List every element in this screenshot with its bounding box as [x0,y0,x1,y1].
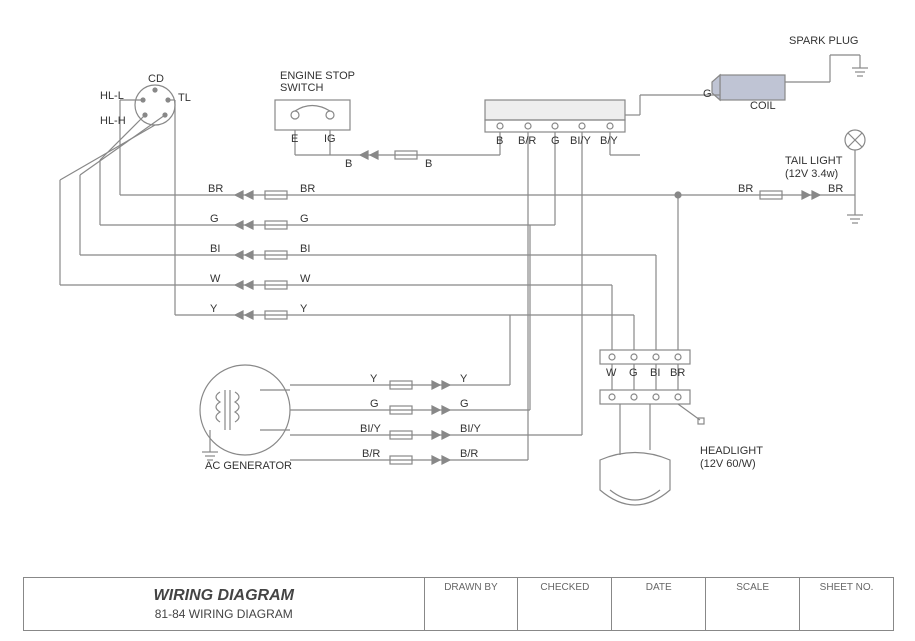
title-cell: WIRING DIAGRAM 81-84 WIRING DIAGRAM [24,578,425,630]
bus-br-r2: BR [738,183,753,195]
hl-br: BR [670,367,685,379]
label-headlight-spec: (12V 60/W) [700,458,756,470]
term-b: B [496,135,503,147]
bus-b-l: B [345,158,352,170]
bus-b-r: B [425,158,432,170]
bus-y-l: Y [210,303,217,315]
bus-br-r: BR [300,183,315,195]
gen-g-l: G [370,398,379,410]
term-biy: BI/Y [570,135,591,147]
wiring-diagram-canvas: SPARK PLUG COIL G ENGINE STOP SWITCH E I… [0,0,915,641]
gen-g-r: G [460,398,469,410]
label-headlight: HEADLIGHT [700,445,763,457]
bus-y-r: Y [300,303,307,315]
bus-bi-r: BI [300,243,310,255]
label-hlh: HL-H [100,115,126,127]
title-sub: 81-84 WIRING DIAGRAM [155,607,293,621]
bus-g-l: G [210,213,219,225]
hl-g: G [629,367,638,379]
sheet-cell: SHEET NO. [800,578,893,630]
gen-biy-l: BI/Y [360,423,381,435]
label-tl: TL [178,92,191,104]
diagram-svg [0,0,915,641]
hl-bi: BI [650,367,660,379]
checked-cell: CHECKED [518,578,612,630]
term-br: B/R [518,135,536,147]
bus-g-r: G [300,213,309,225]
bus-w-l: W [210,273,220,285]
gen-y-l: Y [370,373,377,385]
date-cell: DATE [612,578,706,630]
gen-y-r: Y [460,373,467,385]
bus-w-r: W [300,273,310,285]
bus-br-r3: BR [828,183,843,195]
gen-br-r: B/R [460,448,478,460]
label-tail-light-spec: (12V 3.4w) [785,168,838,180]
label-ac-gen: AC GENERATOR [205,460,292,472]
term-g: G [551,135,560,147]
label-cd: CD [148,73,164,85]
drawn-by-cell: DRAWN BY [425,578,519,630]
label-hll: HL-L [100,90,124,102]
scale-cell: SCALE [706,578,800,630]
hl-w: W [606,367,616,379]
label-ig: IG [324,133,336,145]
gen-biy-r: BI/Y [460,423,481,435]
label-engine-stop: ENGINE STOP SWITCH [280,70,355,94]
title-block: WIRING DIAGRAM 81-84 WIRING DIAGRAM DRAW… [23,577,894,631]
bus-br-l: BR [208,183,223,195]
label-tail-light: TAIL LIGHT [785,155,842,167]
label-coil-g: G [703,88,712,100]
label-spark-plug: SPARK PLUG [789,35,859,47]
term-by: B/Y [600,135,618,147]
gen-br-l: B/R [362,448,380,460]
label-e: E [291,133,298,145]
label-coil: COIL [750,100,776,112]
bus-bi-l: BI [210,243,220,255]
title-main: WIRING DIAGRAM [154,587,294,605]
